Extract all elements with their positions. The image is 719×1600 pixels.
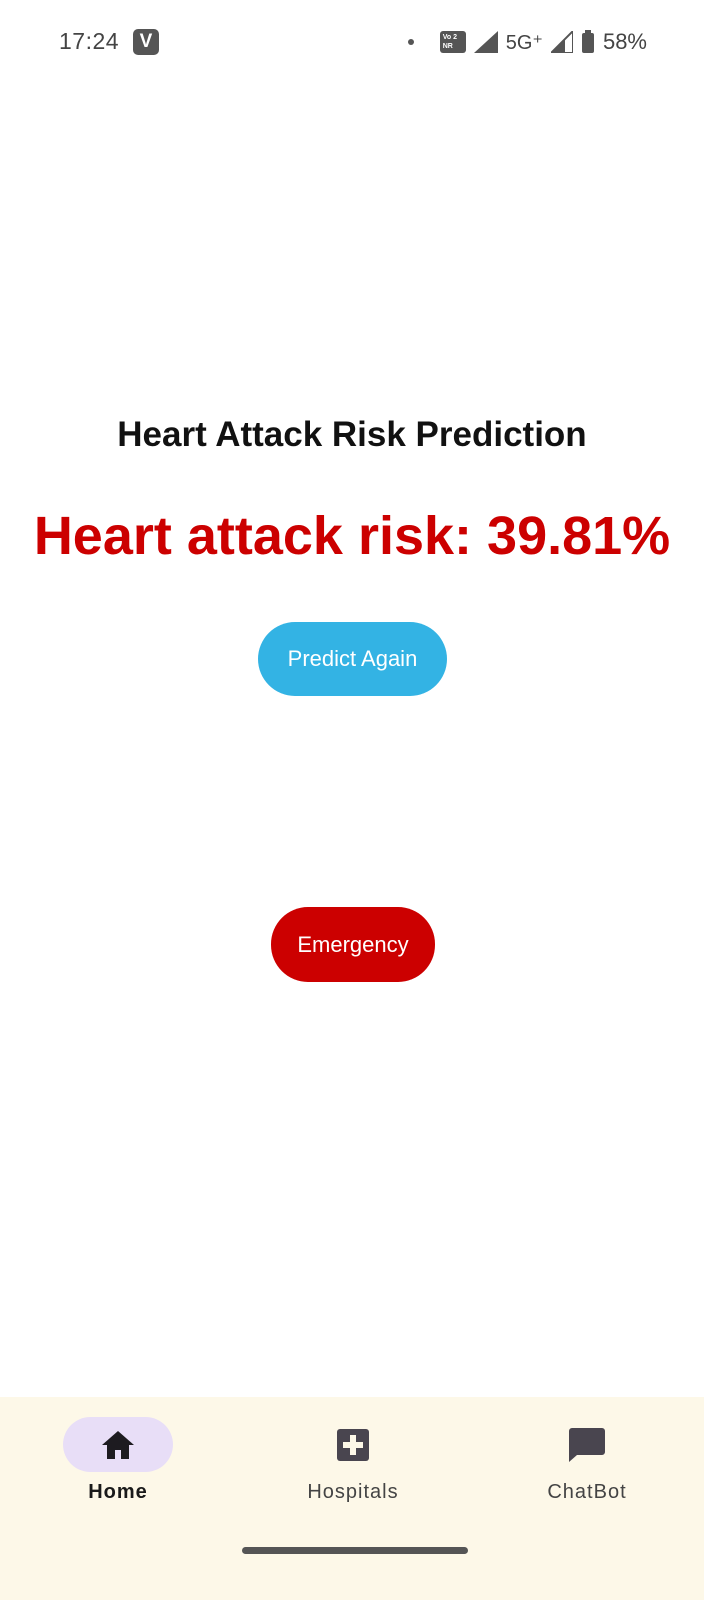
nav-label-chatbot: ChatBot <box>547 1481 627 1503</box>
network-type: 5G⁺ <box>505 31 543 54</box>
emergency-button[interactable]: Emergency <box>271 907 435 982</box>
signal-partial-icon <box>550 31 573 53</box>
notification-dot-icon <box>407 39 414 45</box>
nav-active-indicator <box>63 1417 173 1472</box>
nav-label-hospitals: Hospitals <box>307 1481 399 1503</box>
hospital-cross-icon <box>337 1428 369 1461</box>
nav-label-home: Home <box>88 1481 148 1503</box>
signal-full-icon <box>473 31 498 53</box>
nav-item-hospitals[interactable]: Hospitals <box>268 1417 438 1527</box>
nav-item-chatbot[interactable]: ChatBot <box>502 1417 672 1527</box>
predict-again-button[interactable]: Predict Again <box>258 622 447 696</box>
risk-result: Heart attack risk: 39.81% <box>33 506 671 566</box>
gesture-home-bar[interactable] <box>242 1547 468 1554</box>
battery-icon <box>581 30 594 53</box>
status-indicators: Vo 2 NR 5G⁺ 58% <box>407 28 647 56</box>
chat-bubble-icon <box>569 1427 605 1462</box>
status-bar: 17:24 V Vo 2 NR 5G⁺ 58% <box>0 0 719 84</box>
home-icon <box>102 1430 134 1459</box>
volte-icon: Vo 2 NR <box>439 31 466 53</box>
app-notification-icon: V <box>133 29 159 55</box>
battery-percent: 58% <box>602 29 647 54</box>
status-time: 17:24 <box>59 28 120 54</box>
nav-item-home[interactable]: Home <box>33 1417 203 1527</box>
page-title: Heart Attack Risk Prediction <box>117 415 587 454</box>
bottom-navigation: Home Hospitals ChatBot <box>0 1397 704 1600</box>
